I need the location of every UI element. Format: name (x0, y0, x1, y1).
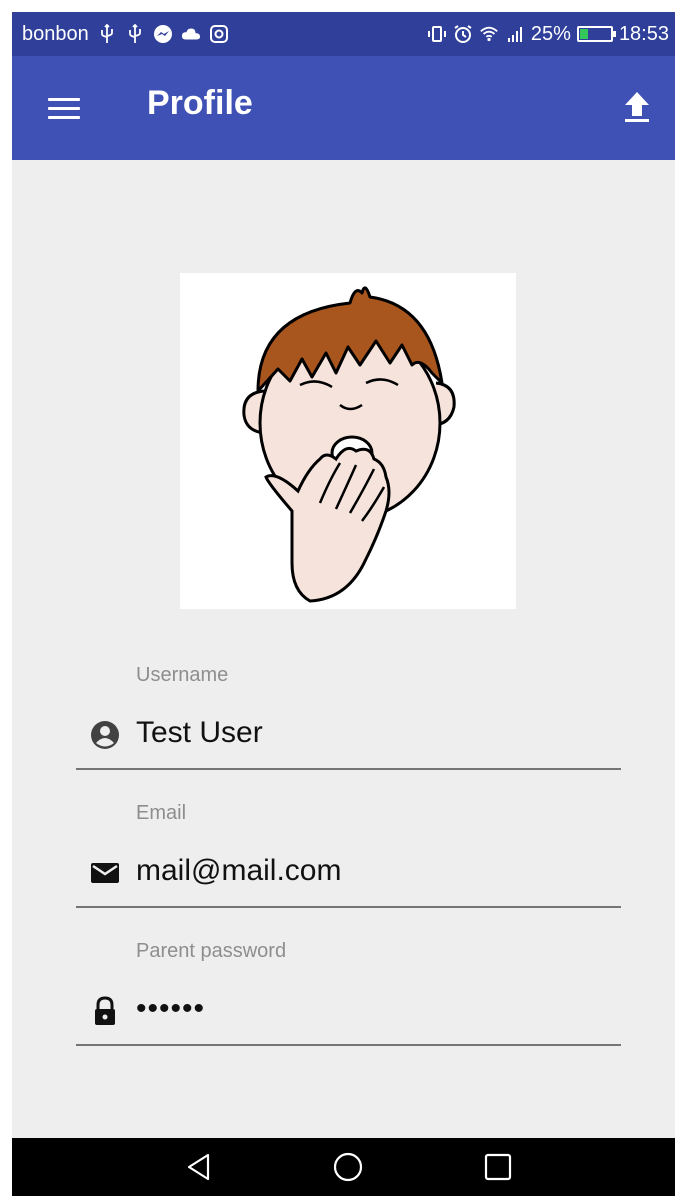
username-field[interactable]: Username Test User (76, 664, 621, 770)
battery-icon (576, 26, 616, 42)
email-input[interactable]: mail@mail.com (136, 854, 341, 888)
account-circle-icon (90, 720, 120, 750)
status-right: 25% 18:53 (427, 23, 675, 46)
battery-percent: 25% (530, 22, 571, 45)
usb-icon (125, 24, 145, 44)
status-bar: bonbon 25% 18:53 (12, 12, 675, 56)
lock-icon (90, 996, 120, 1026)
username-underline (76, 768, 621, 770)
app-bar: Profile (12, 56, 675, 160)
alarm-icon (453, 24, 473, 44)
password-underline (76, 1044, 621, 1046)
username-input[interactable]: Test User (136, 716, 263, 750)
password-field[interactable]: Parent password •••••• (76, 940, 621, 1046)
carrier-name: bonbon (22, 22, 89, 45)
email-underline (76, 906, 621, 908)
phone-screen: bonbon 25% 18:53 Profile Username Test U… (12, 12, 675, 1196)
email-field[interactable]: Email mail@mail.com (76, 802, 621, 908)
page-title: Profile (147, 84, 253, 122)
home-icon[interactable] (333, 1152, 363, 1182)
cloud-icon (181, 24, 201, 44)
password-input[interactable]: •••••• (136, 992, 205, 1026)
mail-icon (90, 858, 120, 888)
usb-icon (97, 24, 117, 44)
messenger-icon (153, 24, 173, 44)
navigation-bar (12, 1138, 675, 1196)
vibrate-icon (427, 24, 447, 44)
back-icon[interactable] (184, 1152, 214, 1182)
password-label: Parent password (136, 940, 287, 962)
upload-icon[interactable] (619, 86, 655, 126)
recents-icon[interactable] (483, 1152, 513, 1182)
username-label: Username (136, 664, 229, 686)
clock: 18:53 (618, 22, 669, 45)
yawning-boy-picture (242, 286, 456, 603)
signal-icon (505, 24, 525, 44)
status-left: bonbon (12, 23, 229, 46)
instagram-icon (209, 24, 229, 44)
email-label: Email (136, 802, 187, 824)
profile-picture[interactable] (180, 273, 516, 609)
menu-icon[interactable] (48, 92, 80, 124)
wifi-icon (479, 24, 499, 44)
